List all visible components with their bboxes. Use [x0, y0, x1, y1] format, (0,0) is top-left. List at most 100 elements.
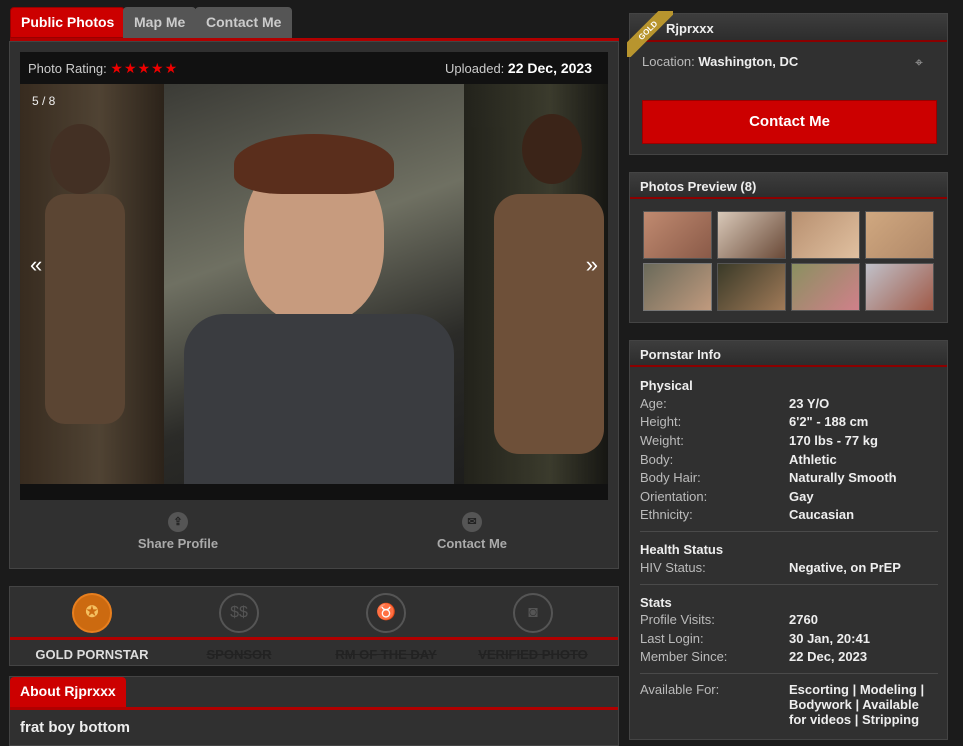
pornstar-info-panel: Pornstar Info Physical Age: 23 Y/O Height…: [629, 340, 948, 740]
info-key: Last Login:: [640, 631, 704, 646]
photo-subject-hair: [234, 134, 394, 194]
dollar-icon: $$: [219, 593, 259, 633]
badge-sponsor[interactable]: $$ SPONSOR: [165, 587, 313, 662]
stats-heading: Stats: [640, 595, 672, 610]
tab-public-photos[interactable]: Public Photos: [10, 7, 126, 38]
badge-gold-pornstar[interactable]: ✪ GOLD PORNSTAR: [18, 587, 166, 662]
share-profile-button[interactable]: ⇪ Share Profile: [128, 512, 228, 551]
share-icon: ⇪: [168, 512, 188, 532]
info-value: 6'2" - 188 cm: [789, 414, 869, 429]
contact-label: Contact Me: [436, 536, 508, 551]
share-label: Share Profile: [137, 536, 219, 551]
info-key: Member Since:: [640, 649, 728, 664]
info-value: 22 Dec, 2023: [789, 649, 868, 664]
photo-thumbnail[interactable]: [643, 211, 712, 259]
photo-info-bar: Photo Rating: ★★★★★ Uploaded: 22 Dec, 20…: [20, 52, 608, 84]
photo-carousel[interactable]: 5 / 8 « »: [20, 84, 608, 484]
profile-card: Rjprxxx GOLD Location: Washington, DC ⌖ …: [627, 11, 948, 155]
info-key: HIV Status:: [640, 560, 706, 575]
badge-rm-of-the-day[interactable]: ♉ RM OF THE DAY: [312, 587, 460, 662]
physical-heading: Physical: [640, 378, 693, 393]
info-key: Age:: [640, 396, 667, 411]
photo-subject-silhouette: [45, 194, 125, 424]
badges-panel: ✪ GOLD PORNSTAR $$ SPONSOR ♉ RM OF THE D…: [9, 586, 619, 666]
health-heading: Health Status: [640, 542, 724, 557]
info-title: Pornstar Info: [640, 347, 721, 362]
next-photo[interactable]: [464, 84, 608, 484]
photo-thumbnail[interactable]: [717, 211, 786, 259]
map-pin-icon[interactable]: ⌖: [915, 54, 933, 72]
gold-ribbon-label: GOLD: [627, 11, 673, 57]
info-divider: [640, 531, 938, 532]
info-divider: [640, 673, 938, 674]
badge-label: RM OF THE DAY: [335, 647, 437, 662]
photo-subject-hoodie: [184, 314, 454, 484]
about-panel: About Rjprxxx frat boy bottom: [9, 676, 619, 746]
info-value: 23 Y/O: [789, 396, 830, 411]
preview-title: Photos Preview (8): [640, 179, 757, 194]
photo-gallery-panel: Photo Rating: ★★★★★ Uploaded: 22 Dec, 20…: [9, 41, 619, 569]
info-value: Athletic: [789, 452, 837, 467]
info-value: 30 Jan, 20:41: [789, 631, 870, 646]
photo-thumbnail[interactable]: [643, 263, 712, 311]
info-divider: [640, 584, 938, 585]
photo-subject-silhouette: [494, 194, 604, 454]
gold-ribbon: GOLD: [627, 11, 673, 57]
tab-map-me[interactable]: Map Me: [123, 7, 197, 38]
contact-me-button[interactable]: Contact Me: [642, 100, 937, 144]
tab-about[interactable]: About Rjprxxx: [10, 677, 126, 707]
camera-icon: ◙: [513, 593, 553, 633]
photo-thumbnail[interactable]: [791, 263, 860, 311]
info-key: Height:: [640, 414, 682, 429]
photo-thumbnail[interactable]: [865, 263, 934, 311]
photo-thumbnail[interactable]: [717, 263, 786, 311]
prev-arrow-icon[interactable]: «: [30, 252, 42, 278]
rating-label: Photo Rating:: [28, 61, 107, 76]
photo-rating: Photo Rating: ★★★★★: [28, 60, 178, 77]
info-value: 170 lbs - 77 kg: [789, 433, 878, 448]
info-value: Escorting | Modeling | Bodywork | Availa…: [789, 682, 925, 727]
photo-thumbnail[interactable]: [865, 211, 934, 259]
tab-contact-me[interactable]: Contact Me: [195, 7, 293, 38]
badges-divider: [10, 637, 618, 640]
about-divider: [10, 707, 618, 710]
carousel-footer: [20, 484, 608, 500]
info-key: Body Hair:: [640, 470, 701, 485]
envelope-icon: ✉: [462, 512, 482, 532]
gallery-contact-button[interactable]: ✉ Contact Me: [422, 512, 522, 551]
profile-header: Rjprxxx: [630, 14, 947, 42]
profile-name: Rjprxxx: [666, 21, 714, 36]
photo-counter: 5 / 8: [32, 94, 56, 108]
uploaded-label: Uploaded:: [445, 61, 505, 76]
current-photo[interactable]: [164, 84, 464, 484]
info-key: Available For:: [640, 682, 720, 697]
photo-subject-silhouette: [522, 114, 582, 184]
rating-stars[interactable]: ★★★★★: [110, 60, 178, 76]
photos-preview-panel: Photos Preview (8): [629, 172, 948, 323]
next-arrow-icon[interactable]: »: [586, 252, 598, 278]
info-value: Gay: [789, 489, 814, 504]
upload-info: Uploaded: 22 Dec, 2023: [445, 60, 592, 76]
previous-photo[interactable]: [20, 84, 164, 484]
info-header: Pornstar Info: [630, 341, 947, 367]
info-value: 2760: [789, 612, 818, 627]
medal-icon: ✪: [72, 593, 112, 633]
info-value: Negative, on PrEP: [789, 560, 901, 575]
badge-label: GOLD PORNSTAR: [35, 647, 149, 662]
uploaded-date: 22 Dec, 2023: [507, 60, 592, 76]
info-key: Orientation:: [640, 489, 708, 504]
profile-tabs: Public Photos Map Me Contact Me: [10, 7, 619, 40]
about-headline: frat boy bottom: [20, 719, 130, 736]
info-key: Body:: [640, 452, 674, 467]
badge-label: SPONSOR: [206, 647, 272, 662]
preview-header: Photos Preview (8): [630, 173, 947, 199]
info-key: Weight:: [640, 433, 684, 448]
info-value: Naturally Smooth: [789, 470, 897, 485]
photo-thumbnail[interactable]: [791, 211, 860, 259]
badge-verified-photo[interactable]: ◙ VERIFIED PHOTO: [459, 587, 607, 662]
badge-label: VERIFIED PHOTO: [478, 647, 588, 662]
photo-subject-silhouette: [50, 124, 110, 194]
location: Location: Washington, DC: [642, 54, 798, 69]
location-value: Washington, DC: [698, 54, 799, 69]
bull-icon: ♉: [366, 593, 406, 633]
